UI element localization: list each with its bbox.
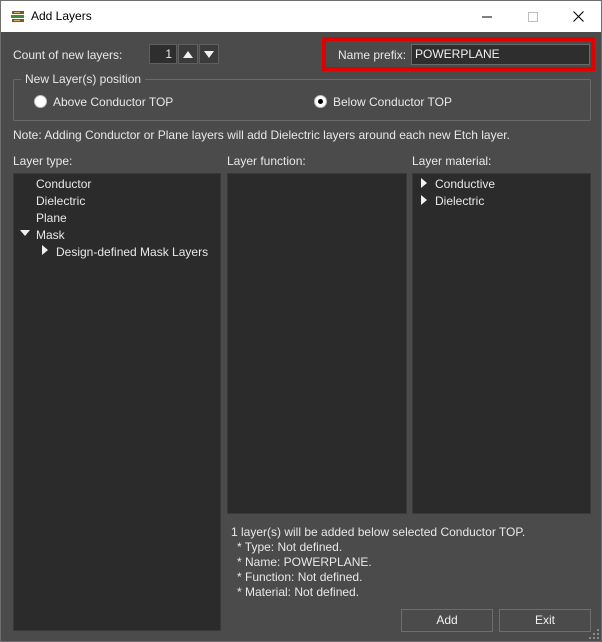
- name-prefix-label: Name prefix:: [338, 48, 407, 62]
- resize-grip-icon[interactable]: [589, 629, 599, 639]
- exit-button[interactable]: Exit: [499, 609, 591, 632]
- position-group-title: New Layer(s) position: [21, 72, 146, 86]
- above-conductor-radio[interactable]: [34, 95, 47, 108]
- arrow-down-icon: [204, 50, 214, 58]
- layers-app-icon: [11, 11, 24, 22]
- arrow-up-icon: [183, 50, 193, 58]
- maximize-icon: [528, 11, 538, 22]
- window-title: Add Layers: [31, 9, 92, 23]
- layer-type-header: Layer type:: [13, 154, 73, 168]
- minimize-button[interactable]: [464, 1, 510, 32]
- count-decrement-button[interactable]: [199, 44, 219, 64]
- layer-function-list[interactable]: [227, 173, 407, 514]
- tree-item-mask[interactable]: Mask: [36, 228, 65, 242]
- layer-type-tree[interactable]: Conductor Dielectric Plane Mask Design-d…: [13, 173, 221, 631]
- tree-item-conductor[interactable]: Conductor: [36, 177, 91, 191]
- layer-material-header: Layer material:: [412, 154, 492, 168]
- name-prefix-input[interactable]: POWERPLANE: [411, 44, 590, 65]
- tree-item-conductive[interactable]: Conductive: [435, 177, 495, 191]
- add-layers-dialog: Add Layers Count of new layers: 1 Name p…: [0, 0, 602, 642]
- add-button[interactable]: Add: [401, 609, 493, 632]
- layer-material-tree[interactable]: Conductive Dielectric: [412, 173, 591, 514]
- summary-function: * Function: Not defined.: [237, 570, 363, 584]
- tree-item-plane[interactable]: Plane: [36, 211, 67, 225]
- close-icon: [572, 11, 584, 22]
- summary-name: * Name: POWERPLANE.: [237, 555, 372, 569]
- below-conductor-radio[interactable]: [314, 95, 327, 108]
- minimize-icon: [482, 16, 492, 17]
- summary-type: * Type: Not defined.: [237, 540, 343, 554]
- tree-item-material-dielectric[interactable]: Dielectric: [435, 194, 484, 208]
- tree-item-design-defined-mask[interactable]: Design-defined Mask Layers: [56, 245, 208, 259]
- summary-material: * Material: Not defined.: [237, 585, 360, 599]
- summary-text: 1 layer(s) will be added below selected …: [231, 525, 525, 600]
- maximize-button[interactable]: [510, 1, 556, 32]
- count-label: Count of new layers:: [13, 48, 123, 62]
- expand-right-icon[interactable]: [421, 195, 427, 205]
- count-increment-button[interactable]: [178, 44, 198, 64]
- below-conductor-label[interactable]: Below Conductor TOP: [333, 95, 452, 109]
- title-bar: Add Layers: [1, 1, 601, 32]
- layer-function-header: Layer function:: [227, 154, 306, 168]
- expand-right-icon[interactable]: [421, 178, 427, 188]
- expand-down-icon[interactable]: [20, 230, 30, 236]
- note-text: Note: Adding Conductor or Plane layers w…: [13, 128, 510, 142]
- tree-item-dielectric[interactable]: Dielectric: [36, 194, 85, 208]
- above-conductor-label[interactable]: Above Conductor TOP: [53, 95, 173, 109]
- close-button[interactable]: [555, 1, 601, 32]
- count-input[interactable]: 1: [149, 44, 177, 64]
- expand-right-icon[interactable]: [42, 245, 48, 255]
- summary-line: 1 layer(s) will be added below selected …: [231, 525, 526, 539]
